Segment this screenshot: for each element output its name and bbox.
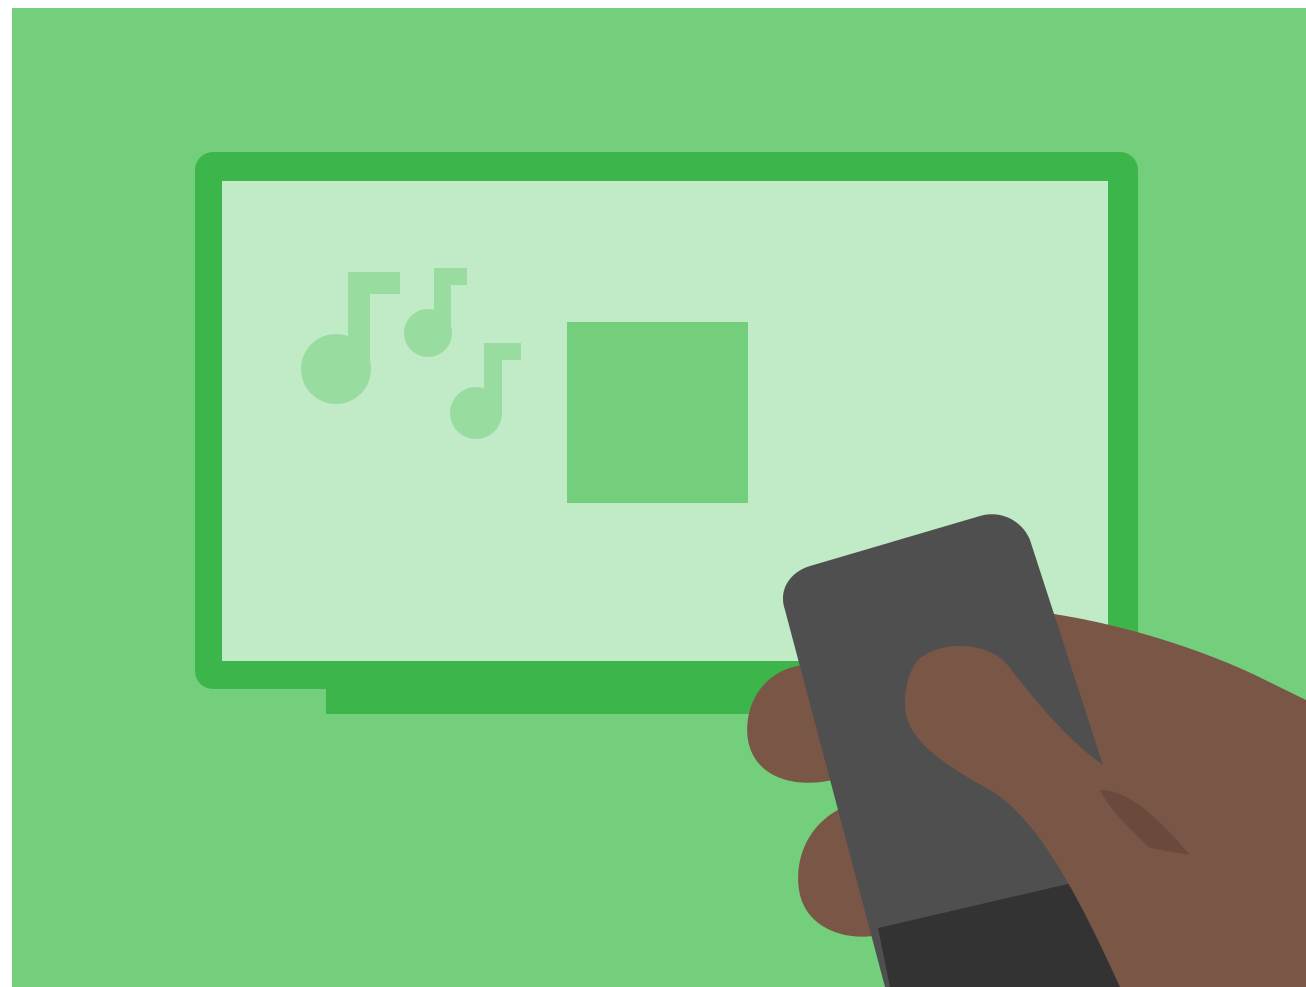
media-placeholder-icon — [567, 322, 748, 503]
left-margin — [0, 0, 12, 987]
illustration-scene — [0, 0, 1306, 987]
illustration-canvas — [0, 0, 1306, 987]
